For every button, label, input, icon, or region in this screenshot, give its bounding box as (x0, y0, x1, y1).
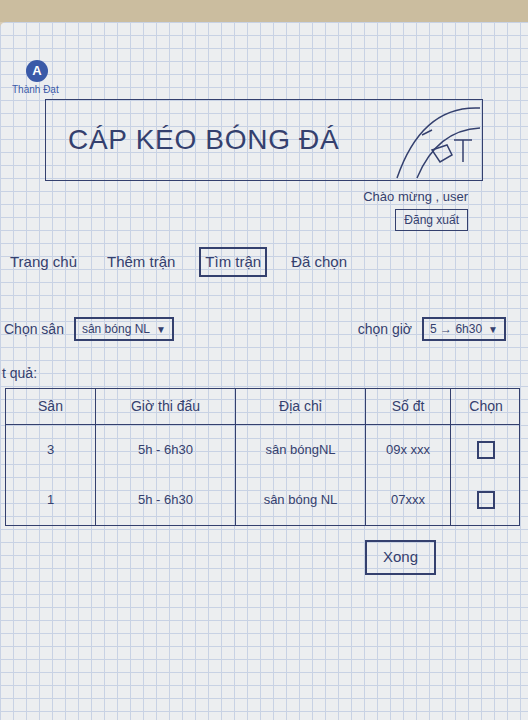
photo: AThành Đạt CÁP KÉO BÓNG ĐÁ Chào mừng , use… (0, 0, 528, 720)
logo-name: Thành Đạt (12, 82, 59, 97)
table-row: 35h - 6h30sân bóngNL09x xxx (6, 425, 519, 475)
filter-value: sân bóng NL (82, 320, 150, 338)
table-cell: 3 (6, 425, 96, 475)
filter: chọn giờ 5 → 6h30 ▼ (358, 317, 506, 341)
select-cell (451, 475, 521, 525)
results-label: t quả: (0, 341, 528, 384)
table-cell: sân bóngNL (236, 425, 366, 475)
dropdown-icon: ▼ (488, 322, 498, 337)
filter: Chọn sân sân bóng NL ▼ (4, 317, 174, 341)
logo: AThành Đạt (0, 22, 528, 97)
column-header: Sân (6, 389, 96, 424)
table-cell: 07xxx (366, 475, 451, 525)
nav-item[interactable]: Trang chủ (4, 247, 83, 278)
submit-button[interactable]: Xong (365, 540, 436, 575)
logo-letter: A (26, 60, 48, 82)
table-cell: 1 (6, 475, 96, 525)
page-title: CÁP KÉO BÓNG ĐÁ (68, 119, 339, 161)
table-cell: 5h - 6h30 (96, 475, 236, 525)
table-cell: sân bóng NL (236, 475, 366, 525)
notebook-page: AThành Đạt CÁP KÉO BÓNG ĐÁ Chào mừng , use… (0, 22, 528, 720)
nav-item[interactable]: Thêm trận (101, 247, 181, 278)
filter-row: Chọn sân sân bóng NL ▼ chọn giờ 5 → 6h30 ▼ (0, 277, 528, 341)
greeting: Chào mừng , user (363, 187, 468, 207)
user-area: Chào mừng , userĐăng xuất (0, 181, 528, 231)
table-row: 15h - 6h30sân bóng NL07xxx (6, 475, 519, 525)
logout-button[interactable]: Đăng xuất (395, 209, 468, 231)
table-cloth (0, 0, 528, 22)
column-header: Số đt (366, 389, 451, 424)
filter-select[interactable]: sân bóng NL ▼ (74, 317, 174, 341)
select-checkbox[interactable] (477, 441, 495, 459)
table-header: SânGiờ thi đấuĐịa chỉSố đtChọn (6, 389, 519, 425)
filter-label: Chọn sân (4, 319, 64, 340)
table-cell: 09x xxx (366, 425, 451, 475)
table-cell: 5h - 6h30 (96, 425, 236, 475)
nav-bar: Trang chủ Thêm trận Tìm trận Đã chọn (0, 231, 528, 278)
nav-item[interactable]: Tìm trận (199, 247, 267, 278)
header-box: CÁP KÉO BÓNG ĐÁ (45, 99, 483, 181)
select-cell (451, 425, 521, 475)
submit-row: Xong (0, 526, 528, 575)
dropdown-icon: ▼ (156, 322, 166, 337)
stadium-icon (392, 100, 482, 180)
select-checkbox[interactable] (477, 491, 495, 509)
filter-label: chọn giờ (358, 319, 412, 340)
column-header: Chọn (451, 389, 521, 424)
column-header: Địa chỉ (236, 389, 366, 424)
filter-value: 5 → 6h30 (430, 320, 482, 338)
filter-select[interactable]: 5 → 6h30 ▼ (422, 317, 506, 341)
results-table: SânGiờ thi đấuĐịa chỉSố đtChọn35h - 6h30… (5, 388, 520, 526)
nav-item[interactable]: Đã chọn (285, 247, 353, 278)
column-header: Giờ thi đấu (96, 389, 236, 424)
